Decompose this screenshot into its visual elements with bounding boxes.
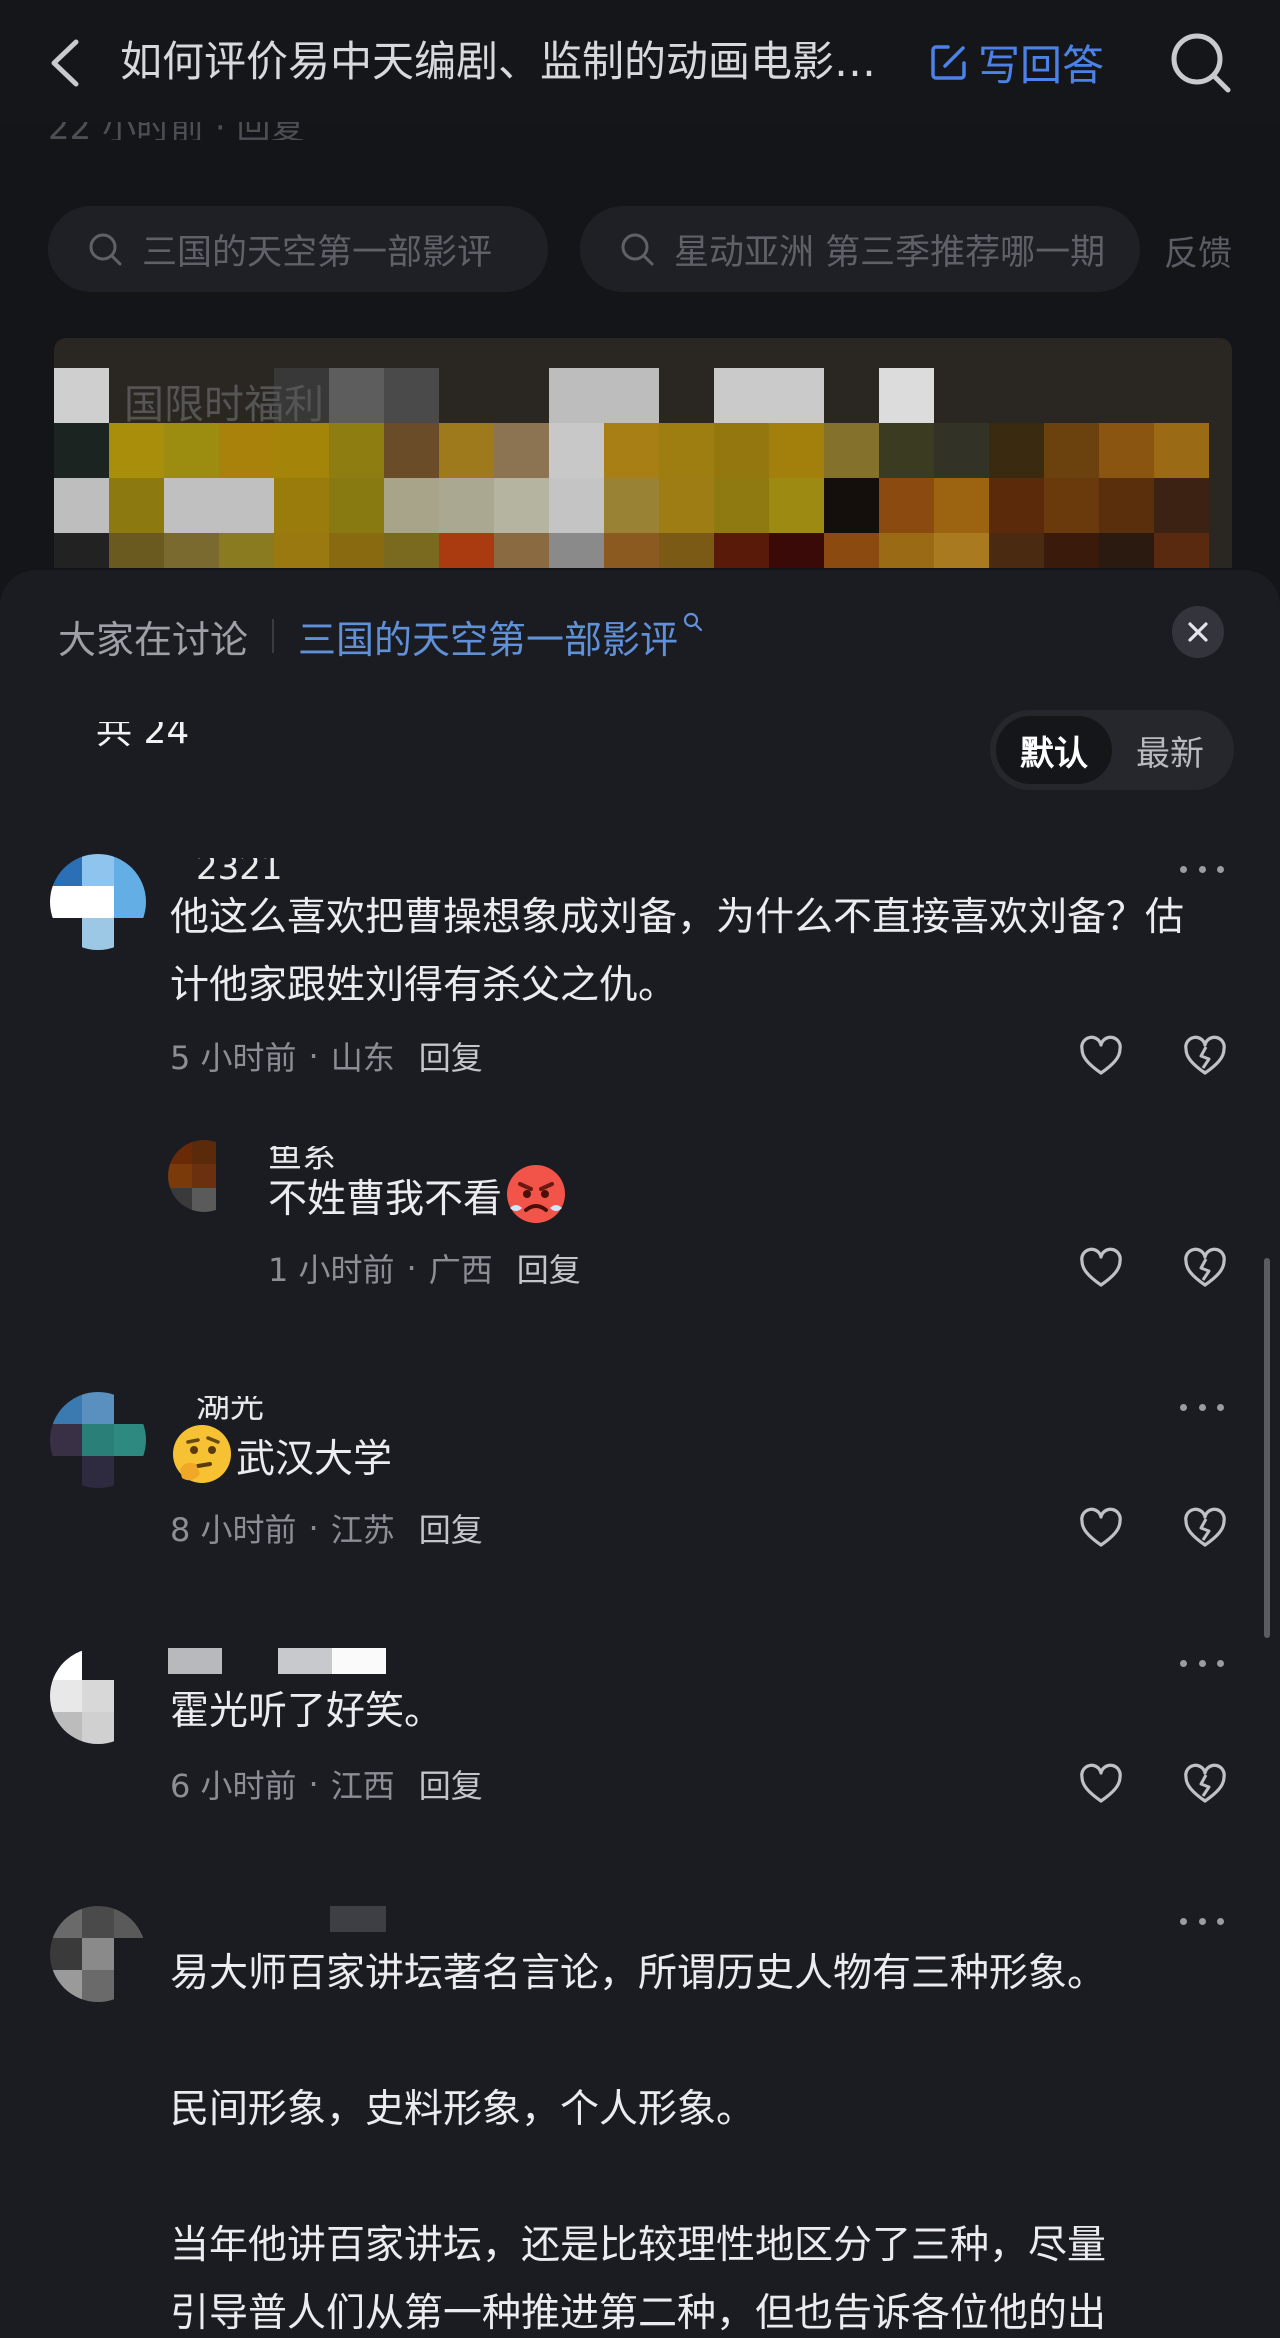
meta-separator: · <box>406 1249 417 1287</box>
more-options-icon[interactable] <box>1180 1914 1224 1928</box>
reply-time: 1 小时前 <box>268 1251 395 1289</box>
author-name[interactable]: 湖光 <box>196 1396 264 1422</box>
discuss-label: 大家在讨论 <box>58 617 249 662</box>
author-name-pixelated[interactable] <box>330 1906 386 1932</box>
broken-heart-icon[interactable] <box>1182 1762 1228 1808</box>
thinking-face-icon <box>173 1425 231 1483</box>
comment-paragraph: 当年他讲百家讲坛，还是比较理性地区分了三种，尽量 <box>170 2223 1107 2268</box>
comment-text: 霍光听了好笑。 <box>170 1689 444 1734</box>
reply-button[interactable]: 回复 <box>419 1761 483 1807</box>
comment-meta: 5 小时前 · 山东 回复 <box>170 1033 483 1079</box>
comment-item: 易大师百家讲坛著名言论，所谓历史人物有三种形象。 民间形象，史料形象，个人形象。… <box>0 1906 1280 2338</box>
comment-actions <box>1078 1506 1228 1552</box>
comment-location: 江西 <box>330 1767 395 1805</box>
comment-item: 霍光听了好笑。 6 小时前 · 江西 回复 <box>0 1648 1280 1828</box>
reply-text: 不姓曹我不看 <box>268 1162 1280 1234</box>
meta-separator: · <box>308 1037 319 1075</box>
sort-newest-button[interactable]: 最新 <box>1112 716 1228 784</box>
author-name-pixelated[interactable] <box>168 1648 386 1674</box>
back-arrow-icon[interactable] <box>42 36 90 90</box>
more-options-icon[interactable] <box>1180 862 1224 876</box>
avatar[interactable] <box>50 1906 146 2002</box>
avatar[interactable] <box>50 1392 146 1488</box>
sheet-header: 大家在讨论 三国的天空第一部影评 <box>58 606 704 666</box>
divider <box>272 619 275 653</box>
comment-meta: 6 小时前 · 江西 回复 <box>170 1761 483 1807</box>
search-icon <box>621 233 654 266</box>
reply-button[interactable]: 回复 <box>419 1505 483 1551</box>
close-button[interactable] <box>1172 606 1224 658</box>
comment-item: 2321 他这么喜欢把曹操想象成刘备，为什么不直接喜欢刘备？估计他家跟姓刘得有杀… <box>0 854 1280 1294</box>
chip-label: 星动亚洲 第三季推荐哪一期 <box>674 232 1106 273</box>
search-icon <box>683 612 703 631</box>
reply-button[interactable]: 回复 <box>517 1245 581 1291</box>
more-options-icon[interactable] <box>1180 1656 1224 1670</box>
comment-actions <box>1078 1762 1228 1808</box>
banner-title: 国限时福利 <box>124 382 324 428</box>
ad-banner-pixelated[interactable]: 国限时福利 <box>54 338 1232 568</box>
heart-icon[interactable] <box>1078 1246 1124 1292</box>
close-icon <box>1188 622 1208 642</box>
comment-time: 5 小时前 <box>170 1039 297 1077</box>
comment-text-content: 武汉大学 <box>236 1437 393 1482</box>
reply-button[interactable]: 回复 <box>419 1033 483 1079</box>
broken-heart-icon[interactable] <box>1182 1246 1228 1292</box>
author-name[interactable]: 2321 <box>196 858 283 884</box>
write-answer-button[interactable]: 写回答 <box>928 34 1104 90</box>
comment-paragraph: 易大师百家讲坛著名言论，所谓历史人物有三种形象。 <box>170 1951 1107 1996</box>
comment-location: 山东 <box>330 1039 395 1077</box>
topic-search-link[interactable]: 三国的天空第一部影评 <box>298 609 704 664</box>
write-answer-label: 写回答 <box>978 40 1105 90</box>
avatar[interactable] <box>50 854 146 950</box>
comment-actions <box>1078 1034 1228 1080</box>
more-options-icon[interactable] <box>1180 1400 1224 1414</box>
search-icon <box>89 233 122 266</box>
reply-text-content: 不姓曹我不看 <box>268 1177 503 1222</box>
comment-meta: 8 小时前 · 江苏 回复 <box>170 1505 483 1551</box>
comment-paragraph: 民间形象，史料形象，个人形象。 <box>170 2087 756 2132</box>
avatar[interactable] <box>50 1648 146 1744</box>
scrollbar-thumb[interactable] <box>1264 1258 1270 1638</box>
comment-text: 武汉大学 <box>170 1422 1220 1494</box>
topic-label: 三国的天空第一部影评 <box>298 617 679 662</box>
top-bar: 如何评价易中天编剧、监制的动画电影… 写回答 <box>0 0 1280 122</box>
chip-label: 三国的天空第一部影评 <box>142 232 493 273</box>
heart-icon[interactable] <box>1078 1506 1124 1552</box>
meta-separator: · <box>308 1765 319 1803</box>
question-title[interactable]: 如何评价易中天编剧、监制的动画电影… <box>120 34 900 90</box>
search-suggestion-chip[interactable]: 星动亚洲 第三季推荐哪一期 <box>580 206 1140 292</box>
angry-face-icon <box>507 1165 566 1223</box>
heart-icon[interactable] <box>1078 1034 1124 1080</box>
comment-paragraph: 引导普人们从第一种推进第二种，但也告诉各位他的出 <box>170 2291 1107 2336</box>
comment-count: 共 24 <box>96 722 190 752</box>
feedback-link[interactable]: 反馈 <box>1164 226 1232 275</box>
edit-icon <box>931 45 966 80</box>
comment-item: 湖光 武汉大学 8 小时前 · 江苏 回复 <box>0 1392 1280 1572</box>
search-icon[interactable] <box>1166 28 1236 98</box>
reply-location: 广西 <box>428 1251 493 1289</box>
meta-separator: · <box>308 1509 319 1547</box>
broken-heart-icon[interactable] <box>1182 1034 1228 1080</box>
comment-text: 易大师百家讲坛著名言论，所谓历史人物有三种形象。 民间形象，史料形象，个人形象。… <box>170 1940 1220 2338</box>
avatar[interactable] <box>168 1140 240 1212</box>
broken-heart-icon[interactable] <box>1182 1506 1228 1552</box>
discussion-sheet: 大家在讨论 三国的天空第一部影评 共 24 默认 最新 2321 他这么喜欢把曹… <box>0 570 1280 2338</box>
search-suggestion-chip[interactable]: 三国的天空第一部影评 <box>48 206 548 292</box>
reply-meta: 1 小时前 · 广西 回复 <box>268 1245 581 1291</box>
heart-icon[interactable] <box>1078 1762 1124 1808</box>
comment-location: 江苏 <box>330 1511 395 1549</box>
sort-default-button[interactable]: 默认 <box>996 716 1112 784</box>
sort-toggle: 默认 最新 <box>990 710 1234 790</box>
comment-text: 他这么喜欢把曹操想象成刘备，为什么不直接喜欢刘备？估计他家跟姓刘得有杀父之仇。 <box>170 895 1185 1008</box>
comment-time: 8 小时前 <box>170 1511 297 1549</box>
comment-time: 6 小时前 <box>170 1767 297 1805</box>
reply-actions <box>1078 1246 1228 1292</box>
